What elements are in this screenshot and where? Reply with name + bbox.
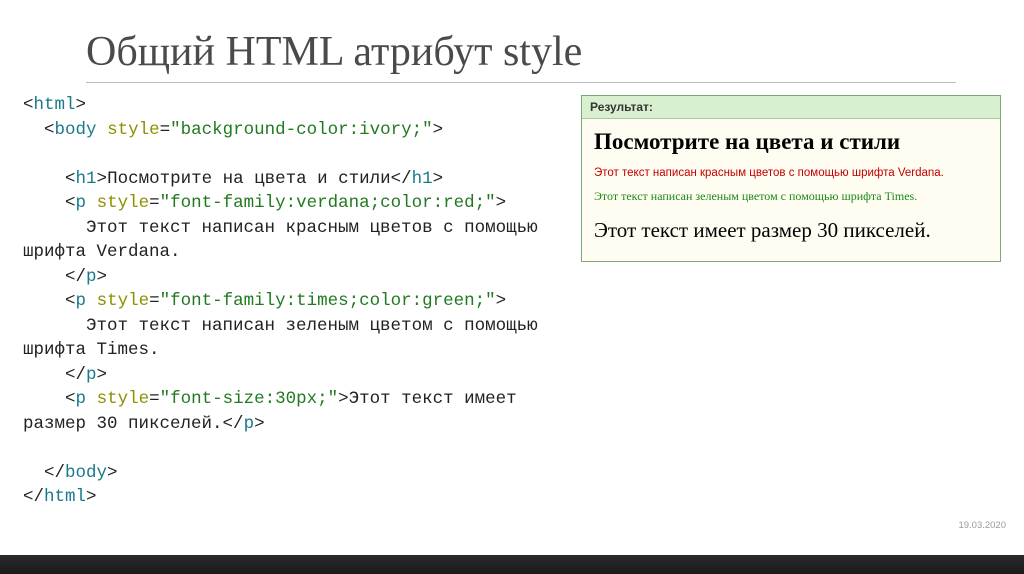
code-token: < [65, 291, 76, 311]
code-token: Посмотрите на цвета и стили [107, 169, 391, 189]
code-token: > [338, 389, 349, 409]
code-token: p [76, 291, 87, 311]
code-token [23, 120, 44, 140]
code-token: < [65, 169, 76, 189]
code-token [86, 193, 97, 213]
code-token: < [44, 120, 55, 140]
code-token [23, 463, 44, 483]
code-token: > [254, 414, 265, 434]
code-token: > [107, 463, 118, 483]
code-token [97, 120, 108, 140]
code-token: p [86, 365, 97, 385]
code-token: p [76, 193, 87, 213]
code-token: > [76, 95, 87, 115]
code-token [86, 389, 97, 409]
result-pane: Результат: Посмотрите на цвета и стили Э… [581, 95, 1001, 510]
code-token: h1 [412, 169, 433, 189]
code-token: "font-family:verdana;color:red;" [160, 193, 496, 213]
code-token: > [496, 193, 507, 213]
result-paragraph-red: Этот текст написан красным цветов с помо… [594, 167, 988, 179]
slide-title: Общий HTML атрибут style [86, 28, 1004, 76]
code-token: > [433, 169, 444, 189]
code-token: style [107, 120, 160, 140]
code-token [23, 291, 65, 311]
code-token [86, 291, 97, 311]
code-token: html [44, 487, 86, 507]
result-box: Результат: Посмотрите на цвета и стили Э… [581, 95, 1001, 262]
code-token: p [86, 267, 97, 287]
code-token: = [149, 291, 160, 311]
code-token: > [97, 365, 108, 385]
code-token: < [65, 193, 76, 213]
code-token: body [65, 463, 107, 483]
slide: Общий HTML атрибут style <html> <body st… [0, 0, 1024, 555]
code-token: style [97, 291, 150, 311]
code-token: </ [23, 487, 44, 507]
code-token: style [97, 389, 150, 409]
code-token: > [97, 169, 108, 189]
code-token: "background-color:ivory;" [170, 120, 433, 140]
code-token: p [76, 389, 87, 409]
code-token: < [65, 389, 76, 409]
code-token: < [23, 95, 34, 115]
slide-content: <html> <body style="background-color:ivo… [20, 93, 1004, 510]
code-token: > [496, 291, 507, 311]
code-token: style [97, 193, 150, 213]
code-token: = [160, 120, 171, 140]
result-body: Посмотрите на цвета и стили Этот текст н… [582, 119, 1000, 261]
code-token [23, 267, 65, 287]
slide-date: 19.03.2020 [958, 520, 1006, 531]
code-token: > [433, 120, 444, 140]
code-token: p [244, 414, 255, 434]
code-token: Этот текст написан зеленым цветом с помо… [23, 316, 538, 361]
title-divider [86, 82, 956, 83]
code-token: </ [65, 267, 86, 287]
code-token: </ [391, 169, 412, 189]
code-token: = [149, 193, 160, 213]
code-block: <html> <body style="background-color:ivo… [23, 93, 563, 510]
code-token: html [34, 95, 76, 115]
footer-bar [0, 555, 1024, 574]
code-token: Этот текст написан красным цветов с помо… [23, 218, 538, 263]
code-token: = [149, 389, 160, 409]
code-token [23, 169, 65, 189]
result-heading: Посмотрите на цвета и стили [594, 129, 988, 155]
code-token: </ [223, 414, 244, 434]
code-token [23, 389, 65, 409]
code-token: body [55, 120, 97, 140]
code-token: "font-family:times;color:green;" [160, 291, 496, 311]
code-token: </ [44, 463, 65, 483]
code-token: > [97, 267, 108, 287]
code-token: > [86, 487, 97, 507]
result-header: Результат: [582, 96, 1000, 119]
result-paragraph-big: Этот текст имеет размер 30 пикселей. [594, 218, 988, 243]
code-token: "font-size:30px;" [160, 389, 339, 409]
code-token: h1 [76, 169, 97, 189]
code-token: </ [65, 365, 86, 385]
code-token [23, 365, 65, 385]
result-paragraph-green: Этот текст написан зеленым цветом с помо… [594, 189, 988, 204]
code-token [23, 193, 65, 213]
